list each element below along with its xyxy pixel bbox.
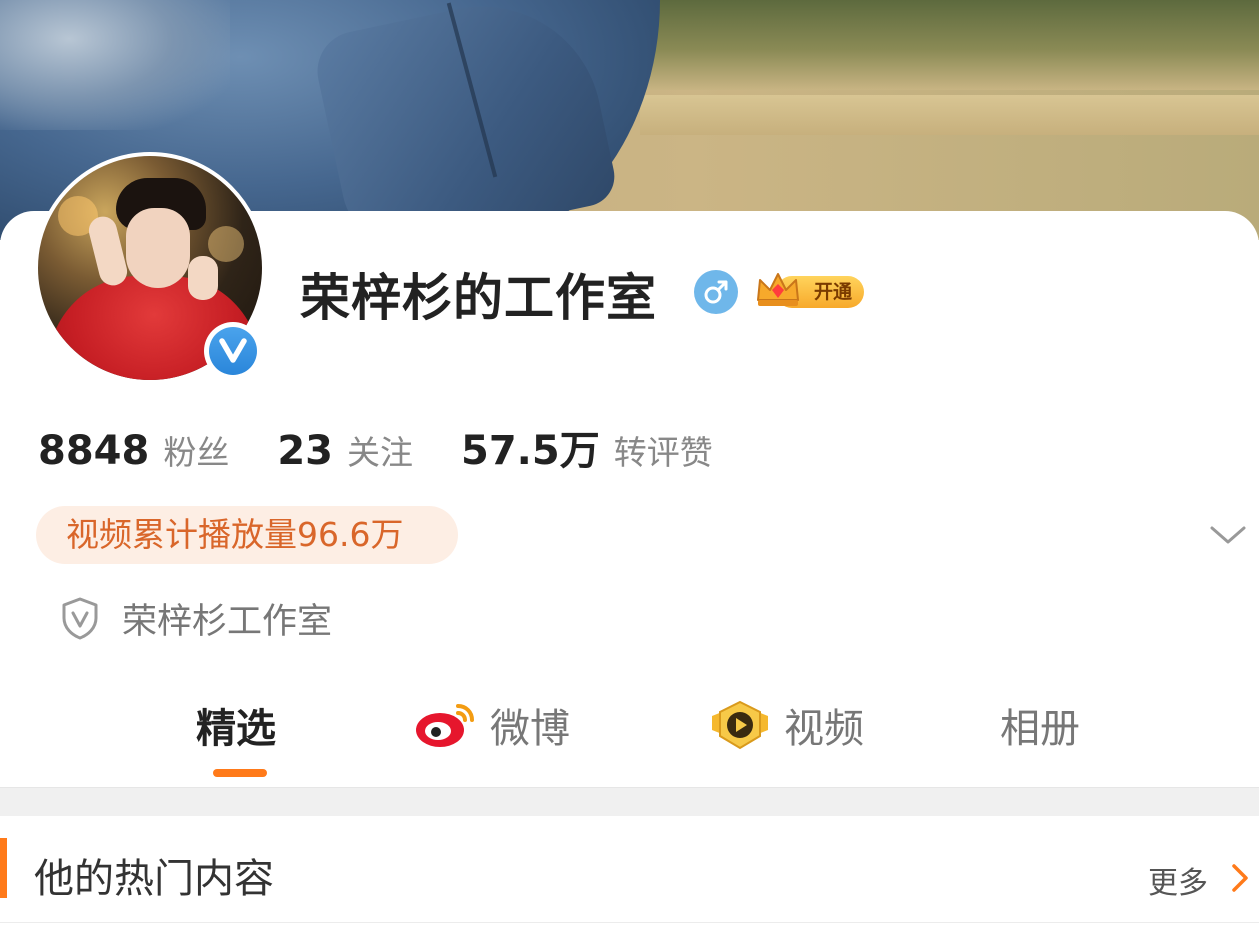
verification-text: 荣梓杉工作室 <box>122 601 333 642</box>
video-play-total-badge[interactable]: 视频累计播放量96.6万 <box>36 506 458 564</box>
cover-background-stripe <box>640 95 1259 135</box>
male-glyph <box>704 280 728 304</box>
stat-value: 8848 <box>38 428 150 474</box>
tab-video[interactable]: 视频 <box>708 690 864 760</box>
stat-interactions[interactable]: 57.5万 转评赞 <box>461 418 713 476</box>
tab-label: 精选 <box>196 706 276 752</box>
bottom-divider <box>0 922 1259 923</box>
shield-v-icon <box>62 597 98 640</box>
stat-label: 粉丝 <box>163 433 230 472</box>
cover-background-field <box>600 0 1259 90</box>
stat-label: 关注 <box>347 433 413 472</box>
tab-weibo[interactable]: 微博 <box>414 690 570 760</box>
chevron-down-icon[interactable] <box>1208 520 1248 550</box>
crown-icon <box>757 273 799 306</box>
weibo-logo-icon <box>416 704 474 747</box>
avatar-hand <box>188 256 218 300</box>
section-title: 他的热门内容 <box>34 856 274 902</box>
verified-badge-inner <box>209 327 257 375</box>
stat-followers[interactable]: 8848 粉丝 <box>38 426 229 474</box>
tab-label: 相册 <box>1000 706 1080 752</box>
tab-label: 微博 <box>490 706 570 752</box>
stat-label: 转评赞 <box>613 433 713 472</box>
verification-info: 荣梓杉工作室 <box>60 594 332 642</box>
video-play-badge-icon <box>712 700 768 750</box>
cover-sleeve-highlight <box>0 0 230 130</box>
profile-name: 荣梓杉的工作室 <box>300 269 657 327</box>
section-accent-bar <box>0 838 7 898</box>
verified-v-icon <box>204 322 262 380</box>
section-divider <box>0 787 1259 816</box>
stat-value: 57.5万 <box>461 428 600 474</box>
tab-label: 视频 <box>784 706 864 752</box>
tab-album[interactable]: 相册 <box>1000 690 1080 760</box>
stat-following[interactable]: 23 关注 <box>277 426 413 474</box>
profile-stats: 8848 粉丝 23 关注 57.5万 转评赞 <box>38 418 761 474</box>
male-icon <box>694 270 738 314</box>
more-link[interactable]: 更多 <box>1148 858 1208 902</box>
avatar-bokeh <box>208 226 244 262</box>
avatar-face <box>126 208 190 288</box>
profile-tabs: 精选 微博 视频 相册 <box>0 690 1259 760</box>
active-tab-indicator <box>213 769 267 777</box>
tab-featured[interactable]: 精选 <box>196 690 276 760</box>
verified-v-glyph <box>219 338 247 363</box>
stat-value: 23 <box>277 428 333 474</box>
chevron-right-icon[interactable] <box>1228 862 1252 894</box>
vip-open-button[interactable]: 开通 <box>754 270 864 310</box>
